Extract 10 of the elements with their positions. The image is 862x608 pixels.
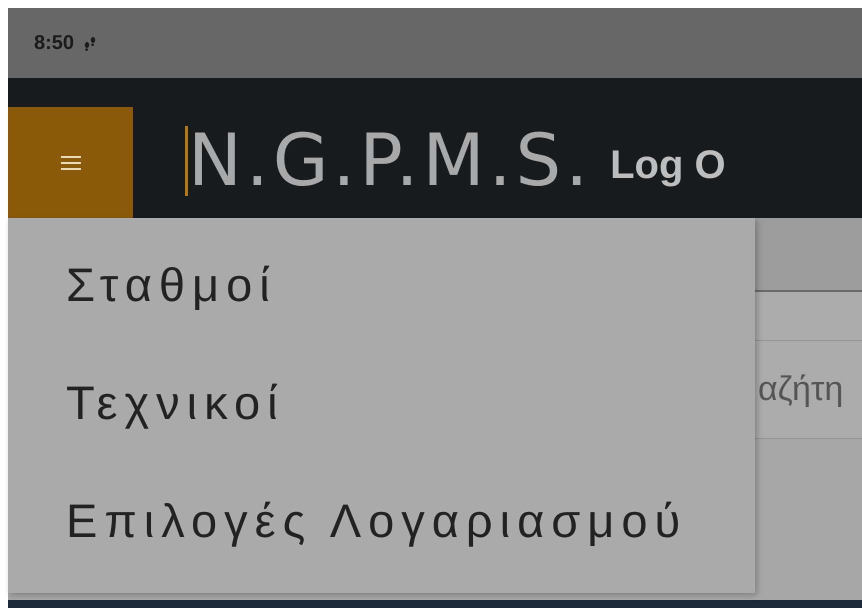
menu-icon [60,154,80,170]
text-cursor [185,126,188,196]
clock-time: 8:50 [34,32,74,54]
search-text: αζήτη [758,370,844,409]
app-title: N.G.P.M.S. [188,122,592,198]
menu-item[interactable]: Σταθμοί [8,257,755,312]
log-out-link[interactable]: Log O [610,143,726,188]
menu-button[interactable] [8,107,133,218]
menu-item[interactable]: Επιλογές Λογαριασμού [8,492,755,548]
menu-item[interactable]: Τεχνικοί [8,374,755,430]
